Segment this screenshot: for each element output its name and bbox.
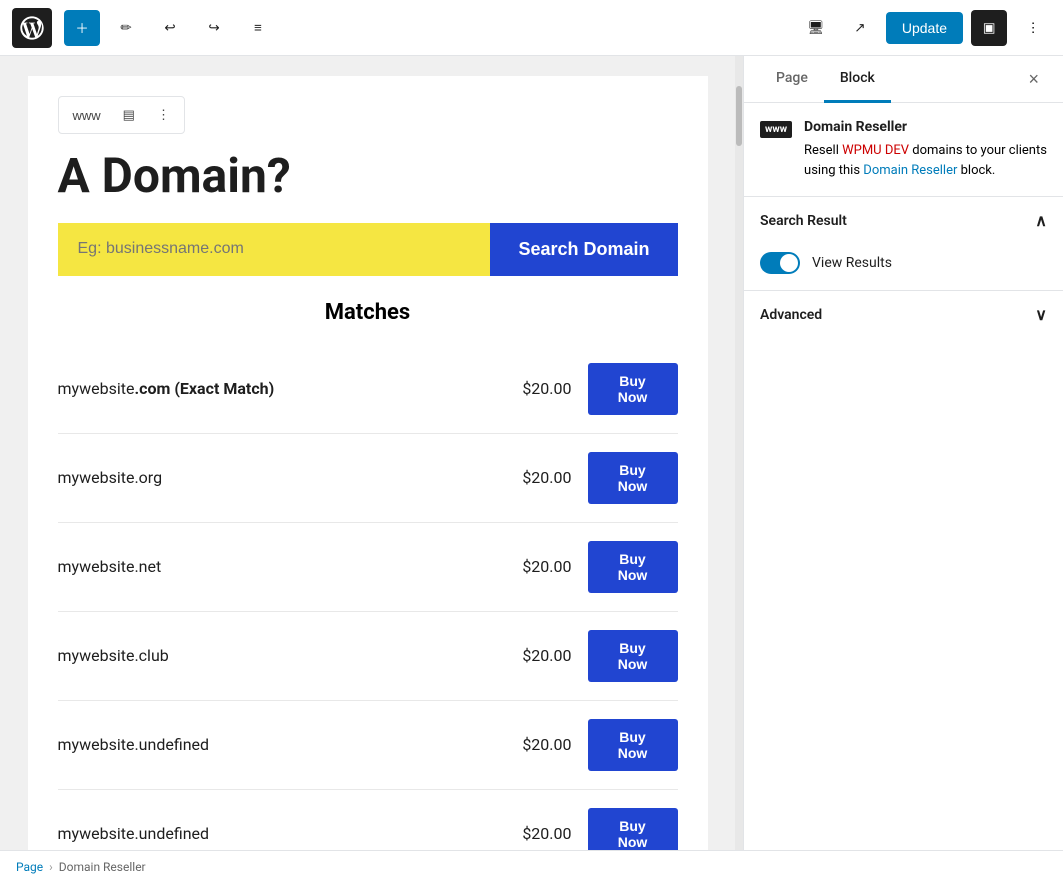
sidebar-tabs: Page Block × — [744, 56, 1063, 103]
view-results-row: View Results — [760, 252, 1047, 274]
advanced-section[interactable]: Advanced ∨ — [744, 291, 1063, 338]
sidebar-content: www Domain Reseller Resell WPMU DEV doma… — [744, 103, 1063, 850]
more-options-button[interactable]: ⋮ — [1015, 10, 1051, 46]
advanced-label: Advanced — [760, 307, 822, 323]
buy-now-button[interactable]: Buy Now — [588, 808, 678, 850]
domain-name: mywebsite.club — [58, 646, 502, 665]
desc-text-3: block. — [957, 163, 995, 178]
domain-price: $20.00 — [502, 824, 572, 843]
monitor-icon: 🖥 — [807, 20, 824, 36]
matches-title: Matches — [58, 300, 678, 325]
toggle-knob — [780, 254, 798, 272]
edit-button[interactable]: ✏ — [108, 10, 144, 46]
search-bar: Search Domain — [58, 223, 678, 276]
domain-name: mywebsite.undefined — [58, 735, 502, 754]
editor-inner: www ▤ ⋮ A Domain? Search Domain Matches … — [28, 76, 708, 850]
buy-now-button[interactable]: Buy Now — [588, 719, 678, 771]
chevron-down-icon: ∨ — [1035, 305, 1047, 324]
search-result-section: Search Result ∧ View Results — [744, 197, 1063, 291]
chevron-up-icon: ∧ — [1035, 211, 1047, 230]
align-icon: ▤ — [123, 107, 135, 122]
desc-text-1: Resell — [804, 143, 842, 158]
domain-row: mywebsite.org$20.00 Buy Now — [58, 434, 678, 523]
domain-name: mywebsite.undefined — [58, 824, 502, 843]
sidebar-icon: ▣ — [983, 20, 996, 36]
wordpress-icon — [18, 14, 46, 42]
domain-row: mywebsite.net$20.00 Buy Now — [58, 523, 678, 612]
buy-now-button[interactable]: Buy Now — [588, 630, 678, 682]
ellipsis-icon: ⋮ — [1026, 20, 1039, 36]
breadcrumb: Page › Domain Reseller — [0, 850, 1063, 882]
domain-price: $20.00 — [502, 379, 572, 398]
sidebar-toggle-button[interactable]: ▣ — [971, 10, 1007, 46]
external-link-icon: ↗ — [854, 20, 865, 36]
topbar-right: 🖥 ↗ Update ▣ ⋮ — [798, 10, 1051, 46]
breadcrumb-separator: › — [49, 860, 53, 874]
www-icon: www — [73, 108, 101, 123]
view-results-label: View Results — [812, 255, 892, 271]
tab-block[interactable]: Block — [824, 56, 891, 103]
domain-reseller-link[interactable]: Domain Reseller — [863, 163, 957, 178]
preview-button[interactable]: 🖥 — [798, 10, 834, 46]
editor-scrollbar[interactable] — [735, 56, 743, 850]
block-more-button[interactable]: ⋮ — [147, 101, 180, 129]
buy-now-button[interactable]: Buy Now — [588, 452, 678, 504]
plugin-header: www Domain Reseller Resell WPMU DEV doma… — [744, 103, 1063, 197]
sidebar-close-button[interactable]: × — [1020, 61, 1047, 98]
external-link-button[interactable]: ↗ — [842, 10, 878, 46]
domain-title: A Domain? — [58, 150, 678, 203]
update-button[interactable]: Update — [886, 12, 963, 44]
buy-now-button[interactable]: Buy Now — [588, 541, 678, 593]
domain-name: mywebsite.net — [58, 557, 502, 576]
plugin-description: Resell WPMU DEV domains to your clients … — [804, 141, 1047, 180]
search-result-body: View Results — [744, 244, 1063, 290]
topbar: ＋ ✏ ↩ ↪ ≡ 🖥 ↗ Update ▣ ⋮ — [0, 0, 1063, 56]
search-result-label: Search Result — [760, 213, 847, 229]
domain-search-input[interactable] — [58, 223, 491, 276]
view-results-toggle[interactable] — [760, 252, 800, 274]
list-icon: ≡ — [254, 20, 262, 35]
redo-button[interactable]: ↪ — [196, 10, 232, 46]
main-area: www ▤ ⋮ A Domain? Search Domain Matches … — [0, 56, 1063, 850]
block-toolbar: www ▤ ⋮ — [58, 96, 185, 134]
search-domain-button[interactable]: Search Domain — [490, 223, 677, 276]
list-view-button[interactable]: ≡ — [240, 10, 276, 46]
domain-name: mywebsite.org — [58, 468, 502, 487]
domain-price: $20.00 — [502, 468, 572, 487]
domain-price: $20.00 — [502, 646, 572, 665]
plus-icon: ＋ — [75, 18, 88, 37]
tab-page[interactable]: Page — [760, 56, 824, 103]
plugin-name: Domain Reseller — [804, 119, 1047, 135]
domain-row: mywebsite.com (Exact Match)$20.00 Buy Now — [58, 345, 678, 434]
editor-area: www ▤ ⋮ A Domain? Search Domain Matches … — [0, 56, 735, 850]
buy-now-button[interactable]: Buy Now — [588, 363, 678, 415]
domain-price: $20.00 — [502, 557, 572, 576]
breadcrumb-page[interactable]: Page — [16, 860, 43, 874]
scrollbar-thumb[interactable] — [736, 86, 742, 146]
block-www-button[interactable]: www — [63, 102, 111, 129]
plugin-info: Domain Reseller Resell WPMU DEV domains … — [804, 119, 1047, 180]
undo-button[interactable]: ↩ — [152, 10, 188, 46]
search-result-header[interactable]: Search Result ∧ — [744, 197, 1063, 244]
domain-price: $20.00 — [502, 735, 572, 754]
domain-row: mywebsite.club$20.00 Buy Now — [58, 612, 678, 701]
sidebar: Page Block × www Domain Reseller Resell … — [743, 56, 1063, 850]
wp-logo — [12, 8, 52, 48]
wpmudev-link[interactable]: WPMU DEV — [842, 143, 909, 158]
dots-icon: ⋮ — [157, 107, 170, 122]
add-block-button[interactable]: ＋ — [64, 10, 100, 46]
undo-icon: ↩ — [164, 20, 175, 36]
domain-row: mywebsite.undefined$20.00 Buy Now — [58, 790, 678, 850]
domain-list: mywebsite.com (Exact Match)$20.00Buy Now… — [58, 345, 678, 850]
block-align-button[interactable]: ▤ — [113, 101, 145, 129]
domain-row: mywebsite.undefined$20.00 Buy Now — [58, 701, 678, 790]
redo-icon: ↪ — [208, 20, 219, 36]
breadcrumb-current: Domain Reseller — [59, 860, 146, 874]
plugin-www-icon: www — [760, 121, 792, 138]
domain-name: mywebsite.com (Exact Match) — [58, 379, 502, 398]
pencil-icon: ✏ — [120, 20, 131, 36]
